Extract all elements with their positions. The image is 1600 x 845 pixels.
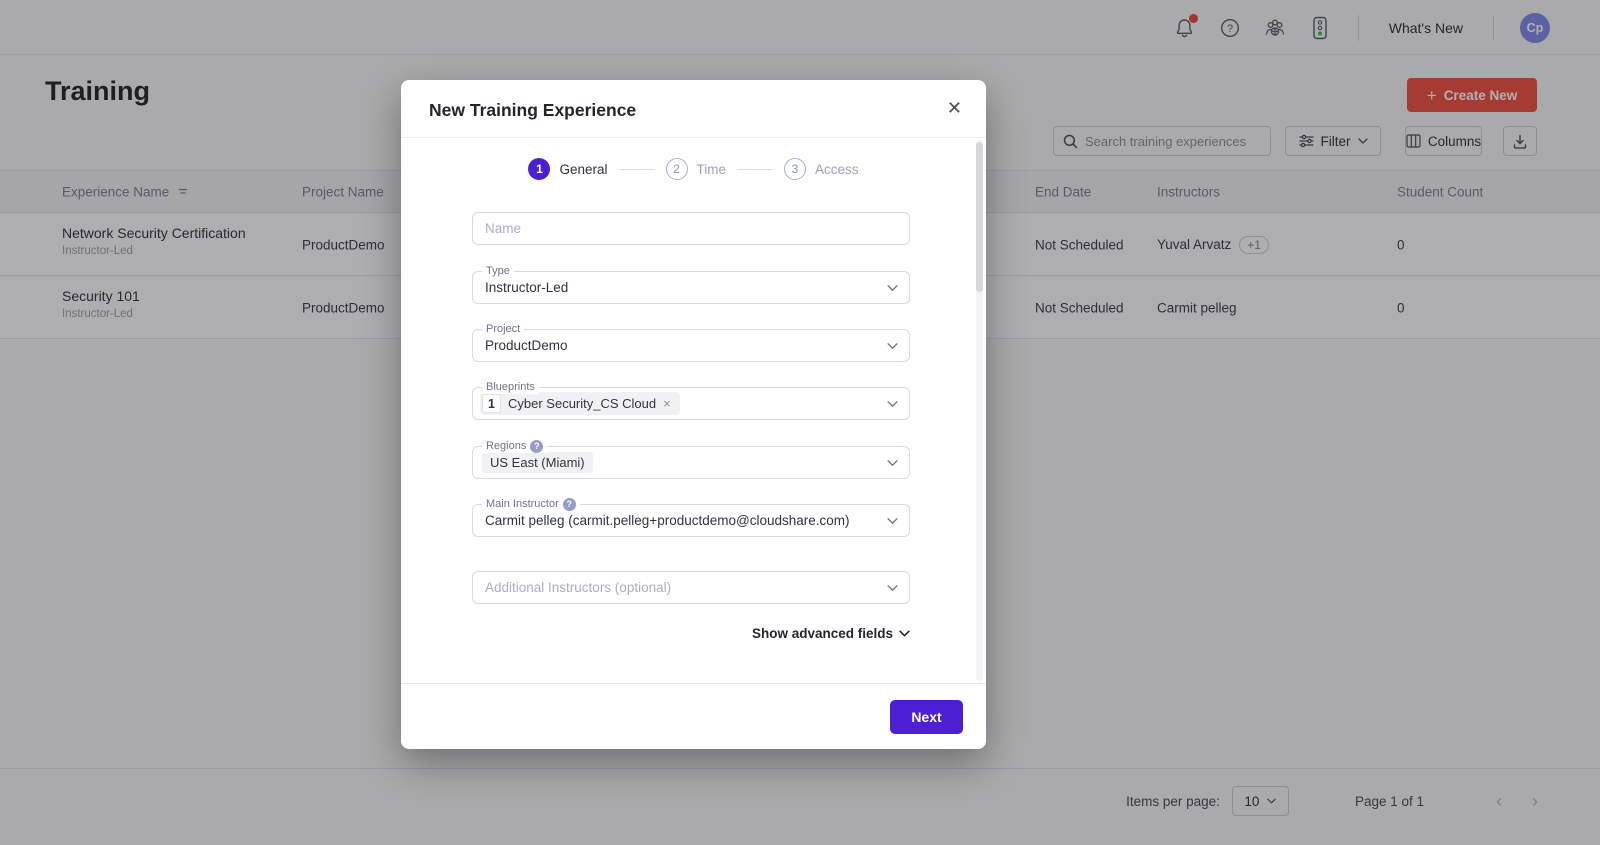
modal-title: New Training Experience <box>429 100 637 120</box>
divider <box>401 683 986 684</box>
modal-scrollbar-thumb[interactable] <box>976 142 983 292</box>
chevron-down-icon <box>887 584 898 591</box>
new-training-experience-modal: New Training Experience ✕ 1 General 2 Ti… <box>401 80 986 749</box>
question-circle-icon[interactable]: ? <box>530 439 544 453</box>
regions-label: Regions <box>486 440 527 452</box>
blueprints-label: Blueprints <box>486 381 535 393</box>
show-advanced-fields-label: Show advanced fields <box>751 626 893 641</box>
project-select[interactable]: Project ProductDemo <box>472 322 910 362</box>
blueprint-chip-label: Cyber Security_CS Cloud <box>508 396 657 411</box>
main-instructor-label: Main Instructor <box>486 498 559 510</box>
step-label: General <box>559 161 608 177</box>
step-connector <box>737 168 773 170</box>
name-field[interactable] <box>472 212 910 245</box>
chevron-down-icon <box>887 342 898 349</box>
additional-instructors-select[interactable]: Additional Instructors (optional) <box>472 571 910 604</box>
screen: ? What's New Cp Training + Create New Se… <box>0 0 1600 845</box>
region-chip: US East (Miami) <box>482 452 593 473</box>
divider <box>401 137 986 138</box>
type-label: Type <box>486 265 510 277</box>
close-icon[interactable]: ✕ <box>947 98 962 119</box>
step-label: Time <box>696 161 727 177</box>
chevron-down-icon <box>899 630 910 637</box>
blueprint-count-badge: 1 <box>482 394 501 413</box>
main-instructor-value: Carmit pelleg (carmit.pelleg+productdemo… <box>485 513 850 528</box>
project-value: ProductDemo <box>485 338 568 353</box>
step-access[interactable]: 3 Access <box>784 158 859 180</box>
chevron-down-icon <box>887 284 898 291</box>
step-number: 1 <box>528 158 551 180</box>
step-general[interactable]: 1 General <box>528 158 608 180</box>
modal-scrollbar[interactable] <box>976 140 983 681</box>
type-select[interactable]: Type Instructor-Led <box>472 264 910 304</box>
stepper: 1 General 2 Time 3 Access <box>401 158 986 180</box>
project-label: Project <box>486 323 521 335</box>
step-label: Access <box>815 161 859 177</box>
blueprint-chip: 1 Cyber Security_CS Cloud × <box>480 392 680 415</box>
show-advanced-fields-toggle[interactable]: Show advanced fields <box>752 626 910 641</box>
remove-icon[interactable]: × <box>663 396 671 411</box>
chevron-down-icon <box>887 400 898 407</box>
additional-instructors-placeholder: Additional Instructors (optional) <box>485 580 672 595</box>
step-number: 2 <box>665 158 688 180</box>
chevron-down-icon <box>887 459 898 466</box>
name-input[interactable] <box>485 221 879 236</box>
blueprints-select[interactable]: Blueprints 1 Cyber Security_CS Cloud × <box>472 380 910 420</box>
chevron-down-icon <box>887 517 898 524</box>
type-value: Instructor-Led <box>485 280 569 295</box>
question-circle-icon[interactable]: ? <box>562 497 576 511</box>
step-number: 3 <box>784 158 806 180</box>
step-connector <box>618 168 655 170</box>
regions-select[interactable]: Regions ? US East (Miami) <box>472 439 910 479</box>
main-instructor-select[interactable]: Main Instructor ? Carmit pelleg (carmit.… <box>472 497 910 537</box>
step-time[interactable]: 2 Time <box>665 158 727 180</box>
advanced-fields-row: Show advanced fields <box>472 625 910 643</box>
next-button[interactable]: Next <box>890 700 963 734</box>
